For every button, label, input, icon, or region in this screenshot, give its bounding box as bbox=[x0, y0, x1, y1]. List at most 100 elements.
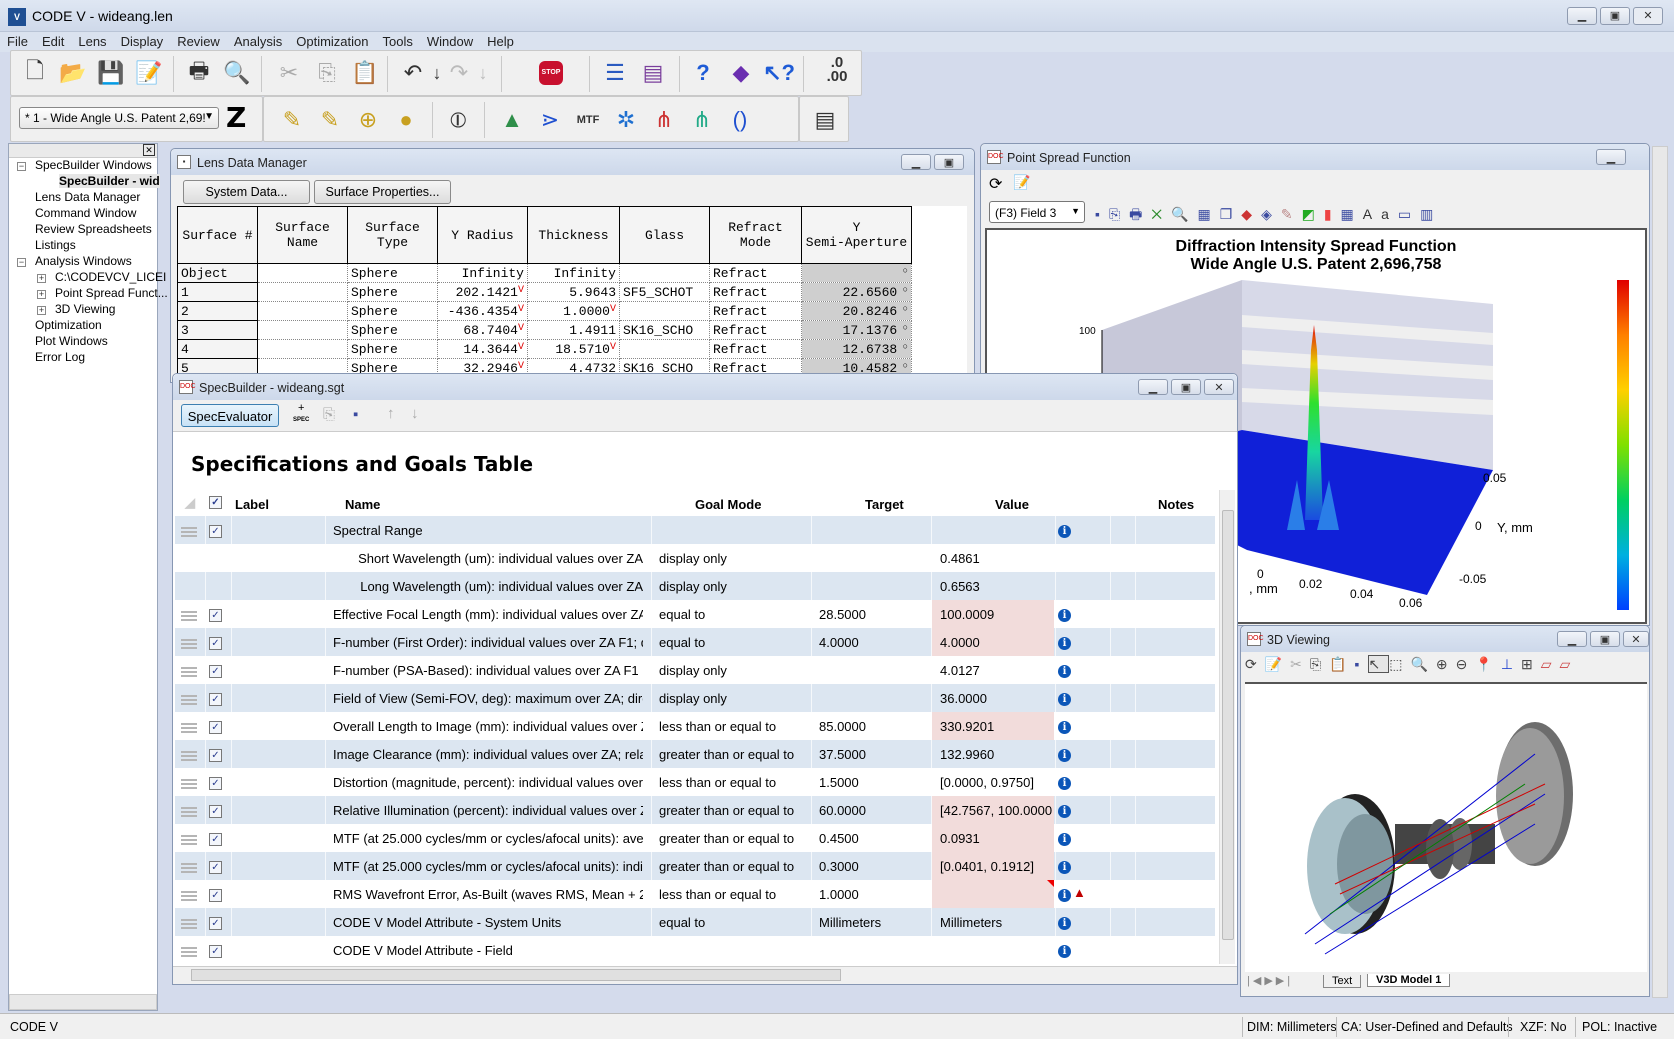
spec-name[interactable]: Image Clearance (mm): individual values … bbox=[333, 747, 643, 762]
cube-alt-icon[interactable]: ▱ bbox=[1560, 656, 1579, 672]
select-all-corner[interactable]: ◢ bbox=[185, 495, 195, 511]
spec-target[interactable]: 0.3000 bbox=[819, 859, 929, 874]
info-icon[interactable]: i bbox=[1058, 914, 1071, 930]
spec-goal-mode[interactable]: equal to bbox=[659, 607, 809, 622]
col-goal-mode[interactable]: Goal Mode bbox=[695, 497, 761, 512]
enable-checkbox[interactable]: ✓ bbox=[209, 662, 222, 678]
spec-row[interactable]: ✓ Relative Illumination (percent): indivi… bbox=[175, 796, 1215, 824]
ldm-cell-type[interactable]: Sphere bbox=[347, 339, 438, 359]
ldm-cell-ap[interactable]: 20.8246 ○ bbox=[801, 301, 912, 321]
spec-row[interactable]: ✓ Effective Focal Length (mm): individual… bbox=[175, 600, 1215, 628]
drag-handle-icon[interactable] bbox=[181, 693, 197, 708]
drag-handle-icon[interactable] bbox=[181, 833, 197, 848]
ldm-column-header[interactable]: Surface # bbox=[177, 206, 258, 264]
tree-item[interactable]: 3D Viewing bbox=[55, 302, 115, 316]
lens-select[interactable]: * 1 - Wide Angle U.S. Patent 2,69! ▼ bbox=[19, 107, 219, 129]
info-icon[interactable]: i bbox=[1058, 746, 1071, 762]
enable-checkbox[interactable]: ✓ bbox=[209, 522, 222, 538]
expand-icon[interactable]: + bbox=[37, 306, 46, 315]
info-icon[interactable]: i bbox=[1058, 802, 1071, 818]
quick-yz-plot-icon[interactable]: ✎ bbox=[276, 104, 308, 136]
mtf-icon[interactable]: MTF bbox=[572, 104, 604, 136]
spec-name[interactable]: F-number (First Order): individual value… bbox=[333, 635, 643, 650]
spec-row[interactable]: ✓ F-number (First Order): individual valu… bbox=[175, 628, 1215, 656]
info-icon[interactable]: i bbox=[1058, 774, 1071, 790]
ldm-cell-name[interactable] bbox=[257, 320, 348, 340]
pin-icon[interactable]: 📍 bbox=[1475, 656, 1500, 672]
spec-goal-mode[interactable]: greater than or equal to bbox=[659, 803, 809, 818]
tree-item[interactable]: Analysis Windows bbox=[35, 254, 132, 268]
copy-icon[interactable]: ⎘ bbox=[1109, 206, 1129, 222]
spec-goal-mode[interactable]: display only bbox=[659, 691, 809, 706]
menu-help[interactable]: Help bbox=[480, 32, 521, 51]
quick-shaded-plot-icon[interactable]: ● bbox=[390, 104, 422, 136]
drag-handle-icon[interactable] bbox=[181, 861, 197, 876]
close-button[interactable]: ✕ bbox=[1633, 7, 1663, 25]
ldm-cell-mode[interactable]: Refract bbox=[709, 263, 802, 283]
spec-name[interactable]: CODE V Model Attribute - System Units bbox=[333, 915, 643, 930]
ldm-cell-thick[interactable]: 18.5710V bbox=[527, 339, 620, 359]
ldm-cell-type[interactable]: Sphere bbox=[347, 282, 438, 302]
ray-fan-icon[interactable]: ⋗ bbox=[534, 104, 566, 136]
print-preview-icon[interactable]: 🔍 bbox=[221, 57, 253, 89]
menu-edit[interactable]: Edit bbox=[35, 32, 71, 51]
minimize-button[interactable]: ▁ bbox=[1567, 7, 1597, 25]
info-icon[interactable]: i bbox=[1058, 858, 1071, 874]
ldm-cell-glass[interactable]: SK16_SCHO bbox=[619, 320, 710, 340]
overlay-icon[interactable]: ❐ bbox=[1220, 206, 1242, 222]
enable-checkbox[interactable]: ✓ bbox=[209, 774, 222, 790]
ldm-cell-radius[interactable]: 68.7404V bbox=[437, 320, 528, 340]
spec-target[interactable]: 1.0000 bbox=[819, 887, 929, 902]
menu-file[interactable]: File bbox=[0, 32, 35, 51]
save-icon[interactable]: ▪ bbox=[1095, 206, 1109, 222]
spec-goal-mode[interactable]: greater than or equal to bbox=[659, 859, 809, 874]
ldm-cell-thick[interactable]: 5.9643 bbox=[527, 282, 620, 302]
3d-minimize-button[interactable]: ▁ bbox=[1557, 631, 1587, 647]
drag-handle-icon[interactable] bbox=[181, 749, 197, 764]
ldm-cell-radius[interactable]: -436.4354V bbox=[437, 301, 528, 321]
col-value[interactable]: Value bbox=[995, 497, 1029, 512]
copy-icon[interactable]: ⎘ bbox=[1310, 656, 1329, 672]
info-icon[interactable]: i bbox=[1058, 830, 1071, 846]
spec-vertical-scrollbar[interactable] bbox=[1219, 490, 1235, 964]
tab-v3d-model[interactable]: V3D Model 1 bbox=[1367, 974, 1451, 987]
spec-name[interactable]: Spectral Range bbox=[333, 523, 643, 538]
col-notes[interactable]: Notes bbox=[1158, 497, 1194, 512]
spec-name[interactable]: Short Wavelength (um): individual values… bbox=[333, 551, 643, 566]
ldm-column-header[interactable]: Glass bbox=[619, 206, 710, 264]
lens-ray-icon[interactable]: ⦶ bbox=[442, 104, 474, 136]
spec-target[interactable]: 4.0000 bbox=[819, 635, 929, 650]
tree-item[interactable]: Plot Windows bbox=[35, 334, 108, 348]
ldm-cell-surf[interactable]: Object bbox=[177, 263, 258, 283]
spec-goal-mode[interactable]: less than or equal to bbox=[659, 775, 809, 790]
ldm-cell-glass[interactable] bbox=[619, 263, 710, 283]
encircled-energy-icon[interactable]: () bbox=[724, 104, 756, 136]
distortion-icon[interactable]: ⋔ bbox=[686, 104, 718, 136]
ldm-column-header[interactable]: Thickness bbox=[527, 206, 620, 264]
context-help-icon[interactable]: ↖? bbox=[763, 57, 795, 89]
enable-checkbox[interactable]: ✓ bbox=[209, 606, 222, 622]
spec-row[interactable]: ✓ RMS Wavefront Error, As-Built (waves RM… bbox=[175, 880, 1215, 908]
ldm-cell-ap[interactable]: 17.1376 ○ bbox=[801, 320, 912, 340]
enable-checkbox[interactable]: ✓ bbox=[209, 634, 222, 650]
ldm-column-header[interactable]: Y Semi-Aperture bbox=[801, 206, 912, 264]
ldm-column-header[interactable]: Surface Name bbox=[257, 206, 348, 264]
tree-item[interactable]: Optimization bbox=[35, 318, 102, 332]
3d-restore-button[interactable]: ▣ bbox=[1590, 631, 1620, 647]
spec-goal-mode[interactable]: greater than or equal to bbox=[659, 747, 809, 762]
info-icon[interactable]: i bbox=[1058, 942, 1071, 958]
enable-checkbox[interactable]: ✓ bbox=[209, 886, 222, 902]
view-angle-icon[interactable]: ◈ bbox=[1261, 206, 1281, 222]
zoom-in-icon[interactable]: ⊕ bbox=[1436, 656, 1456, 672]
ldm-cell-name[interactable] bbox=[257, 282, 348, 302]
drag-handle-icon[interactable] bbox=[181, 721, 197, 736]
spec-name[interactable]: Overall Length to Image (mm): individual… bbox=[333, 719, 643, 734]
sidebar-horizontal-scrollbar[interactable] bbox=[9, 994, 157, 1010]
expand-icon[interactable]: + bbox=[37, 274, 46, 283]
ldm-cell-type[interactable]: Sphere bbox=[347, 301, 438, 321]
quick-3d-plot-icon[interactable]: ⊕ bbox=[352, 104, 384, 136]
spec-name[interactable]: Field of View (Semi-FOV, deg): maximum o… bbox=[333, 691, 643, 706]
ldm-column-header[interactable]: Refract Mode bbox=[709, 206, 802, 264]
review-list-icon[interactable]: ☰ bbox=[599, 57, 631, 89]
info-icon[interactable]: i bbox=[1058, 690, 1071, 706]
